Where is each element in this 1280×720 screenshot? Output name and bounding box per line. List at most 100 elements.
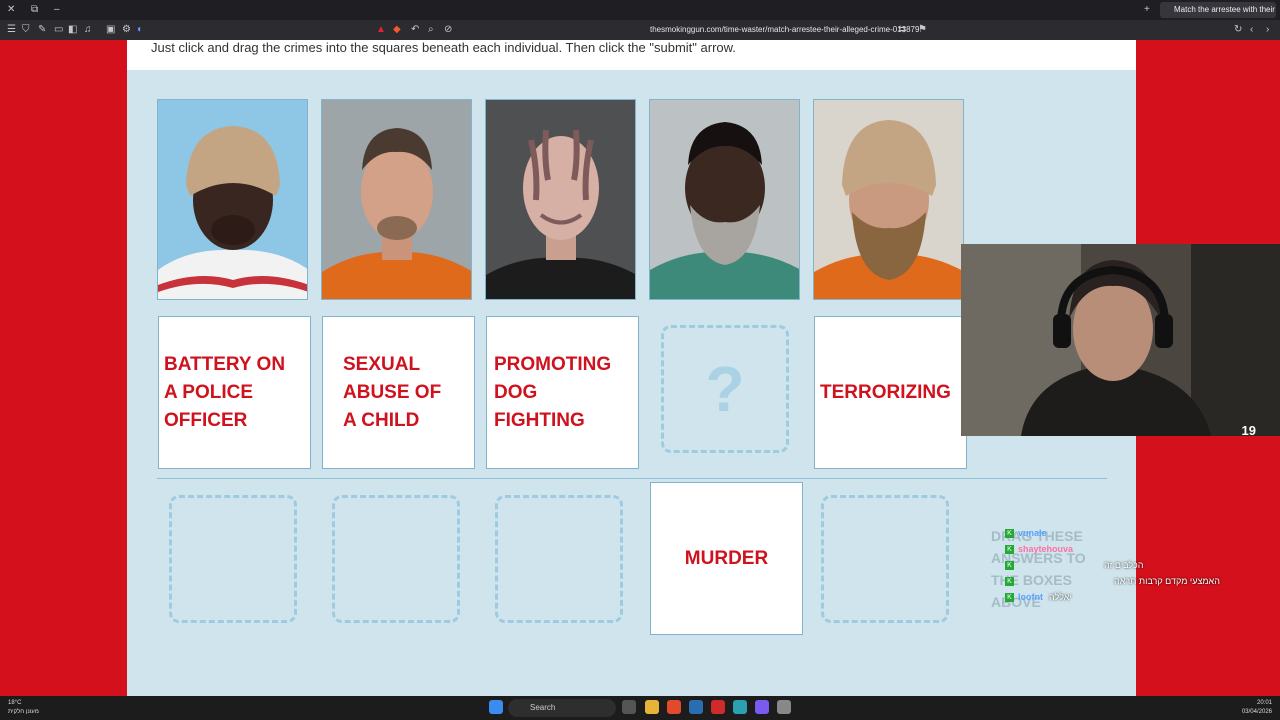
- clock-date: 03/04/2026: [1241, 709, 1272, 715]
- task-view-icon[interactable]: [622, 700, 636, 714]
- answer-pool-slot-2[interactable]: [332, 495, 460, 623]
- crime-line: FIGHTING: [494, 409, 585, 431]
- answer-card-murder[interactable]: MURDER: [650, 482, 803, 635]
- chat-message: Kloofnt יאללה: [1005, 589, 1280, 605]
- file-explorer-icon[interactable]: [645, 700, 659, 714]
- shield-icon[interactable]: ⛉: [22, 24, 30, 35]
- clock[interactable]: 20:01 03/04/2026: [1242, 699, 1272, 717]
- chat-text: האמצעי מקדם קרבות תראה: [1114, 576, 1220, 586]
- kick-badge-icon: K: [1005, 529, 1014, 539]
- back-icon[interactable]: ‹: [1250, 24, 1253, 35]
- stream-chat: Kvunale Kshaytehouva K הכלבים זה K האמצעי …: [1005, 525, 1280, 605]
- kick-badge-icon: K: [1005, 577, 1014, 587]
- webcam-overlay: 19: [961, 244, 1280, 436]
- crime-label: TERRORIZING: [815, 379, 951, 407]
- mugshot-4: [649, 99, 800, 300]
- instructions-text: Just click and drag the crimes into the …: [151, 40, 736, 55]
- divider: [157, 478, 1107, 479]
- answer-label: MURDER: [684, 547, 769, 569]
- kick-badge-icon: K: [1005, 593, 1014, 603]
- crime-line: TERRORIZING: [820, 381, 951, 403]
- crime-line: ABUSE OF: [343, 381, 442, 403]
- chat-message: Kvunale: [1005, 525, 1280, 541]
- chat-message: K הכלבים זה: [1005, 557, 1280, 573]
- instructions-band: Just click and drag the crimes into the …: [127, 40, 1136, 70]
- close-icon[interactable]: ✕: [7, 4, 15, 15]
- crime-line: DOG: [494, 381, 538, 403]
- crime-line: BATTERY ON: [164, 353, 286, 375]
- crime-line: A POLICE: [164, 381, 254, 403]
- minimize-icon[interactable]: –: [54, 4, 60, 15]
- crime-slot-3[interactable]: PROMOTING DOG FIGHTING: [486, 316, 639, 469]
- settings-icon[interactable]: [777, 700, 791, 714]
- weather-widget[interactable]: 18°C מעונן חלקית: [8, 699, 68, 717]
- chat-text: הכלבים זה: [1104, 560, 1144, 570]
- answer-pool-slot-1[interactable]: [169, 495, 297, 623]
- crime-label: PROMOTING DOG FIGHTING: [487, 351, 611, 435]
- menu-icon[interactable]: ☰: [7, 24, 16, 35]
- kick-badge-icon: K: [1005, 561, 1014, 571]
- chat-message: Kshaytehouva: [1005, 541, 1280, 557]
- audio-icon[interactable]: ◖: [136, 24, 142, 35]
- answer-pool-slot-5[interactable]: [821, 495, 949, 623]
- tab-title: Match the arrestee with their alle: [1174, 5, 1276, 14]
- mugshot-5: [813, 99, 964, 300]
- start-icon[interactable]: [489, 700, 503, 714]
- back-history-icon[interactable]: ↶: [411, 24, 419, 35]
- bookmark-icon[interactable]: ⚑: [918, 24, 927, 35]
- address-bar: ☰ ⛉ ✎ ▭ ◧ ♫ ▣ ⚙ ◖ ▲ ◆ ↶ ⌕ ⊘ thesmokinggu…: [0, 20, 1280, 40]
- crime-label: SEXUAL ABUSE OF A CHILD: [323, 351, 441, 435]
- mugshot-1: [157, 99, 308, 300]
- warning-icon[interactable]: ▲: [376, 24, 386, 35]
- folder-icon[interactable]: ▭: [54, 24, 63, 35]
- screenshot-icon[interactable]: ▣: [106, 24, 115, 35]
- weather-temp: 18°C: [8, 700, 22, 706]
- chat-message: K האמצעי מקדם קרבות תראה: [1005, 573, 1280, 589]
- zoom-icon[interactable]: ⌕: [428, 24, 434, 35]
- taskbar: 18°C מעונן חלקית Search 20:01 03/04/2026: [0, 696, 1280, 720]
- chat-user: vunale: [1018, 528, 1047, 538]
- extension-icon[interactable]: ⚙: [122, 24, 131, 35]
- answer-pool-slot-3[interactable]: [495, 495, 623, 623]
- crime-slot-1[interactable]: BATTERY ON A POLICE OFFICER: [158, 316, 311, 469]
- reload-icon[interactable]: ↻: [1234, 24, 1242, 35]
- url-text[interactable]: thesmokinggun.com/time-waster/match-arre…: [650, 25, 919, 34]
- search-placeholder: Search: [530, 703, 556, 712]
- brave-shield-icon[interactable]: ◆: [393, 24, 401, 35]
- tab-search-icon[interactable]: ⧉: [31, 4, 38, 15]
- brave-icon[interactable]: [667, 700, 681, 714]
- sidebar-icon[interactable]: ◧: [68, 24, 77, 35]
- crime-slot-2[interactable]: SEXUAL ABUSE OF A CHILD: [322, 316, 475, 469]
- chat-user: loofnt: [1018, 592, 1043, 602]
- translate-icon[interactable]: ⇆: [898, 24, 906, 35]
- clock-time: 20:01: [1256, 700, 1272, 706]
- crime-line: OFFICER: [164, 409, 248, 431]
- crime-line: PROMOTING: [494, 353, 612, 375]
- crime-line: A CHILD: [343, 409, 420, 431]
- music-icon[interactable]: ♫: [84, 24, 92, 35]
- mugshot-2: [321, 99, 472, 300]
- tracker-icon[interactable]: ⊘: [444, 24, 452, 35]
- app-icon-2[interactable]: [733, 700, 747, 714]
- weather-desc: מעונן חלקית: [8, 709, 39, 715]
- pin-icon[interactable]: ✎: [38, 24, 46, 35]
- app-icon[interactable]: [711, 700, 725, 714]
- kick-badge-icon: K: [1005, 545, 1014, 555]
- crime-label: BATTERY ON A POLICE OFFICER: [159, 351, 285, 435]
- webcam-feed: [961, 244, 1280, 436]
- crime-slot-4[interactable]: ?: [661, 325, 789, 453]
- chat-text: יאללה: [1049, 592, 1072, 602]
- crime-slot-5[interactable]: TERRORIZING: [814, 316, 967, 469]
- steam-icon[interactable]: [689, 700, 703, 714]
- viewer-count: 19: [1241, 423, 1256, 436]
- new-tab-icon[interactable]: +: [1144, 4, 1150, 15]
- chat-user: shaytehouva: [1018, 544, 1074, 554]
- question-mark-placeholder: ?: [705, 353, 745, 425]
- crime-line: SEXUAL: [343, 353, 421, 375]
- browser-tab-bar: ✕ ⧉ – + Match the arrestee with their al…: [0, 0, 1280, 20]
- forward-icon[interactable]: ›: [1266, 24, 1269, 35]
- discord-icon[interactable]: [755, 700, 769, 714]
- taskbar-search[interactable]: Search: [508, 699, 616, 717]
- tab-active[interactable]: Match the arrestee with their alle: [1160, 2, 1276, 18]
- mugshot-3: [485, 99, 636, 300]
